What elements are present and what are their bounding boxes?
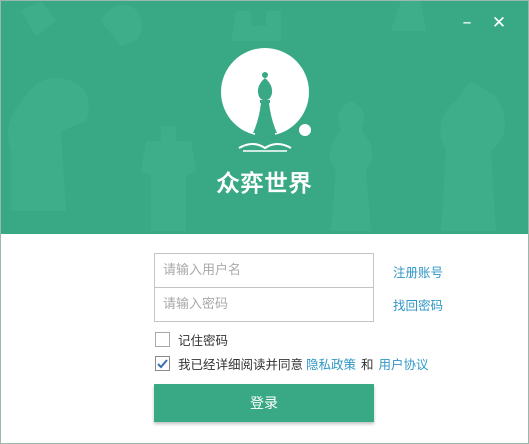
remember-password-label: 记住密码 (178, 333, 229, 348)
privacy-policy-link[interactable]: 隐私政策 (306, 354, 356, 373)
agreement-checkbox[interactable] (155, 356, 170, 371)
chess-bishop-logo-icon (221, 48, 311, 152)
agreement-and-text: 和 (361, 357, 374, 372)
remember-password-row: 记住密码 (155, 330, 228, 349)
register-link[interactable]: 注册账号 (393, 262, 443, 281)
header-banner: – ✕ 众弈世界 (1, 1, 528, 234)
password-input[interactable] (154, 287, 374, 322)
login-form: 注册账号 找回密码 记住密码 我已经详细阅读并同意 隐私政策 和 用户协议 登录 (1, 234, 528, 443)
forgot-password-link[interactable]: 找回密码 (393, 295, 443, 314)
username-input[interactable] (154, 253, 374, 288)
login-window: – ✕ 众弈世界 注册账号 找回密码 记住密码 (0, 0, 529, 444)
app-title: 众弈世界 (216, 170, 313, 197)
agreement-row: 我已经详细阅读并同意 隐私政策 和 用户协议 (155, 354, 432, 373)
agreement-text: 我已经详细阅读并同意 (178, 357, 304, 372)
checkmark-icon (157, 359, 168, 369)
minimize-button[interactable]: – (454, 11, 480, 35)
login-button[interactable]: 登录 (154, 384, 374, 422)
close-button[interactable]: ✕ (486, 11, 512, 35)
user-agreement-link[interactable]: 用户协议 (379, 354, 429, 373)
remember-password-checkbox[interactable] (155, 332, 170, 347)
